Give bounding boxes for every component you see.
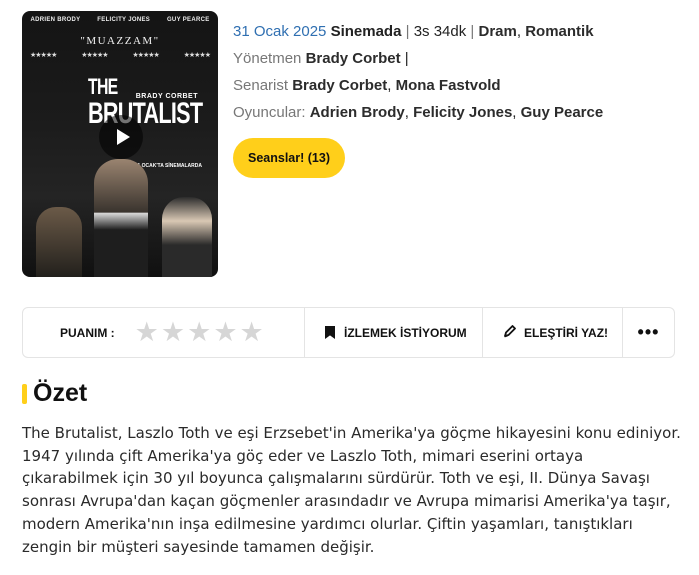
action-bar: PUANIM : ★ ★ ★ ★ ★ İZLEMEK İSTİYORUM ELE… — [22, 307, 675, 358]
summary-text: The Brutalist, Laszlo Toth ve eşi Erzseb… — [22, 424, 681, 556]
movie-poster[interactable]: ADRIEN BRODY FELICITY JONES GUY PEARCE "… — [22, 11, 218, 277]
movie-info: 31 Ocak 2025 Sinemada | 3s 34dk | Dram, … — [233, 18, 603, 126]
release-date-link[interactable]: 31 Ocak 2025 — [233, 23, 326, 40]
release-status: Sinemada — [330, 23, 402, 40]
star-icon[interactable]: ★ — [213, 319, 237, 346]
poster-title: THE BRUTALIST — [88, 73, 203, 129]
play-trailer-icon[interactable] — [99, 115, 143, 159]
genre-link[interactable]: Romantik — [525, 23, 593, 40]
director-label: Yönetmen — [233, 50, 302, 67]
cast-link[interactable]: Guy Pearce — [521, 104, 604, 121]
writer-link[interactable]: Mona Fastvold — [396, 77, 501, 94]
rating-section: PUANIM : ★ ★ ★ ★ ★ — [23, 308, 305, 357]
summary-heading: Özet — [22, 379, 87, 408]
watchlist-button[interactable]: İZLEMEK İSTİYORUM — [305, 308, 483, 357]
poster-figure — [94, 159, 148, 277]
star-icon[interactable]: ★ — [135, 319, 159, 346]
poster-actor: ADRIEN BRODY — [30, 17, 81, 23]
duration: 3s 34dk — [413, 23, 467, 40]
director-link[interactable]: Brady Corbet — [306, 50, 401, 67]
director-row: Yönetmen Brady Corbet | — [233, 50, 409, 67]
write-review-button[interactable]: ELEŞTİRİ YAZ! — [483, 308, 623, 357]
star-icon[interactable]: ★ — [161, 319, 185, 346]
cast-row: Oyuncular: Adrien Brody, Felicity Jones,… — [233, 104, 604, 121]
poster-actors: ADRIEN BRODY FELICITY JONES GUY PEARCE — [22, 17, 218, 23]
more-options-icon[interactable]: ••• — [623, 308, 674, 357]
genre-link[interactable]: Dram — [479, 23, 517, 40]
star-icon[interactable]: ★ — [240, 319, 264, 346]
poster-actor: GUY PEARCE — [166, 17, 210, 23]
summary-title: Özet — [33, 379, 88, 407]
review-label: ELEŞTİRİ YAZ! — [524, 325, 609, 340]
release-row: 31 Ocak 2025 Sinemada | 3s 34dk | Dram, … — [233, 23, 594, 40]
cast-link[interactable]: Adrien Brody — [310, 104, 405, 121]
poster-release-note: 31 OCAK'TA SİNEMALARDA — [134, 163, 202, 169]
rating-label: PUANIM : — [60, 325, 115, 340]
writer-row: Senarist Brady Corbet, Mona Fastvold — [233, 77, 501, 94]
watchlist-label: İZLEMEK İSTİYORUM — [344, 325, 467, 340]
writer-label: Senarist — [233, 77, 289, 94]
pen-icon — [503, 324, 517, 341]
poster-quote: "MUAZZAM" — [80, 35, 160, 47]
bookmark-icon — [325, 326, 335, 339]
sessions-button[interactable]: Seanslar! (13) — [233, 138, 345, 178]
poster-review-stars: ★★★★★ ★★★★★ ★★★★★ ★★★★★ — [30, 52, 211, 59]
cast-label: Oyuncular: — [233, 104, 306, 121]
cast-link[interactable]: Felicity Jones — [413, 104, 512, 121]
poster-director: BRADY CORBET — [135, 93, 198, 100]
rating-stars: ★ ★ ★ ★ ★ — [135, 319, 264, 346]
writer-link[interactable]: Brady Corbet — [292, 77, 387, 94]
heading-accent — [22, 383, 27, 404]
poster-actor: FELICITY JONES — [97, 17, 151, 23]
star-icon[interactable]: ★ — [187, 319, 211, 346]
poster-figure — [36, 207, 82, 277]
poster-figure — [162, 197, 212, 277]
